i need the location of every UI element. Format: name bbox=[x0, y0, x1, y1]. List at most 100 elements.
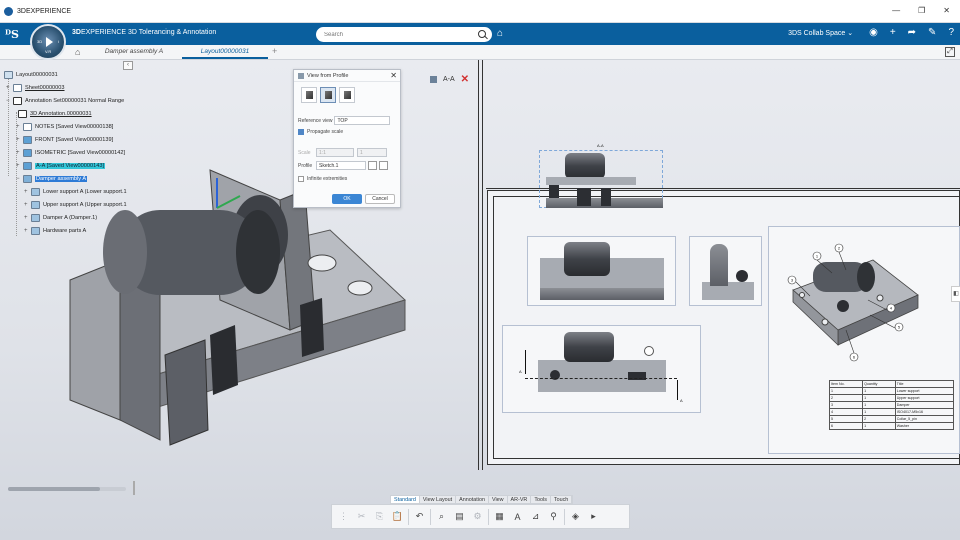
search-icon[interactable] bbox=[478, 30, 486, 38]
tab-damper-assembly[interactable]: Damper assembly A bbox=[92, 45, 176, 59]
os-title-bar: 3DEXPERIENCE — ❐ ✕ bbox=[0, 0, 960, 23]
add-tab-icon[interactable]: + bbox=[272, 46, 277, 56]
close-window-icon[interactable]: ✕ bbox=[943, 6, 950, 15]
undo-icon[interactable]: ↶ bbox=[412, 509, 427, 524]
share-icon[interactable]: ➦ bbox=[908, 27, 916, 38]
zoom-icon[interactable]: ⌕ bbox=[434, 509, 449, 524]
tree-annotation-set[interactable]: − Annotation Set00000031 Normal Range bbox=[6, 96, 124, 105]
scale-row: Scale 1:1 1 bbox=[298, 148, 387, 157]
mode-view-button[interactable] bbox=[301, 87, 317, 103]
propagate-scale-row: Propagate scale bbox=[298, 129, 343, 135]
annotation-set-icon bbox=[13, 96, 22, 105]
tree-sheet[interactable]: + Sheet00000003 bbox=[6, 83, 65, 92]
user-avatar-icon[interactable]: ◉ bbox=[869, 27, 878, 38]
bom-row: 3 1 Damper bbox=[828, 401, 955, 409]
view-icon bbox=[23, 135, 32, 144]
mode-cut-button[interactable] bbox=[339, 87, 355, 103]
edit-profile-icon[interactable] bbox=[368, 161, 377, 170]
infinite-extremities-checkbox[interactable] bbox=[298, 176, 304, 182]
view-icon bbox=[23, 161, 32, 170]
close-section-icon[interactable]: ✕ bbox=[461, 74, 469, 85]
copy-icon[interactable]: ⎘ bbox=[372, 509, 387, 524]
tree-item-lower-support[interactable]: + Lower support A (Lower support.1 bbox=[24, 187, 127, 196]
horizontal-scrollbar[interactable] bbox=[8, 487, 126, 491]
tree-item-isometric[interactable]: + ISOMETRIC [Saved View00000142] bbox=[16, 148, 125, 157]
text-icon[interactable]: A bbox=[510, 509, 525, 524]
fit-all-icon[interactable]: ⤢ bbox=[945, 47, 955, 57]
dialog-title: View from Profile bbox=[307, 72, 349, 79]
tab-layout[interactable]: Layout00000031 bbox=[182, 45, 268, 59]
tree-collapse-button[interactable]: ‹ bbox=[123, 61, 133, 70]
reference-view-field[interactable]: TOP bbox=[334, 116, 391, 125]
section-view-part bbox=[541, 150, 663, 210]
assembly-icon bbox=[23, 174, 32, 183]
pick-profile-icon[interactable] bbox=[379, 161, 388, 170]
tree-item-upper-support[interactable]: + Upper support A (Upper support.1 bbox=[24, 200, 127, 209]
reference-view-row: Reference view TOP bbox=[298, 116, 391, 125]
bom-row: 2 1 Upper support bbox=[828, 394, 955, 402]
tab-view[interactable]: View bbox=[489, 496, 508, 503]
home-icon[interactable]: ⌂ bbox=[75, 47, 80, 57]
help-icon[interactable]: ? bbox=[948, 27, 954, 38]
tree-item-damper-assembly[interactable]: − Damper assembly A bbox=[16, 174, 88, 183]
book-icon[interactable]: ▤ bbox=[452, 509, 467, 524]
side-panel-toggle[interactable]: ◧ bbox=[951, 286, 960, 302]
restore-icon[interactable]: ❐ bbox=[918, 6, 925, 15]
minimize-icon[interactable]: — bbox=[892, 6, 900, 15]
more-arrow-icon[interactable]: ▸ bbox=[586, 509, 601, 524]
search-input[interactable] bbox=[324, 31, 474, 38]
ds-logo-icon[interactable]: ᴰS bbox=[0, 23, 24, 45]
section-icon[interactable] bbox=[430, 76, 437, 83]
cut-label-a2: A bbox=[680, 398, 683, 403]
view-icon[interactable]: ◈ bbox=[568, 509, 583, 524]
tab-annotation[interactable]: Annotation bbox=[456, 496, 489, 503]
propagate-scale-checkbox[interactable] bbox=[298, 129, 304, 135]
tree-item-damper[interactable]: + Damper A (Damper.1) bbox=[24, 213, 97, 222]
tree-item-3d-annotation[interactable]: 3D Annotation.00000031 bbox=[18, 109, 92, 118]
section-tag: A-A bbox=[597, 143, 604, 148]
tree-item-hardware[interactable]: + Hardware parts A bbox=[24, 226, 86, 235]
bom-header-row: Item No. Quantity Title bbox=[828, 380, 955, 388]
tree-item-notes[interactable]: + NOTES [Saved View00000138] bbox=[16, 122, 113, 131]
tab-view-layout[interactable]: View Layout bbox=[420, 496, 457, 503]
mode-section-button[interactable] bbox=[320, 87, 336, 103]
dialog-close-icon[interactable]: ✕ bbox=[390, 71, 397, 80]
scale-field-2[interactable]: 1 bbox=[357, 148, 387, 157]
bom-row: 5 2 Collar_5_pin bbox=[828, 415, 955, 423]
balloon-callouts: 1 2 3 4 5 6 bbox=[787, 243, 904, 362]
view-icon bbox=[23, 148, 32, 157]
add-icon[interactable]: + bbox=[890, 27, 896, 38]
settings-icon[interactable]: ⚙ bbox=[470, 509, 485, 524]
measure-icon[interactable]: ▦ bbox=[492, 509, 507, 524]
cut-icon[interactable]: ✂ bbox=[354, 509, 369, 524]
tree-item-section-aa[interactable]: + A-A [Saved View00000143] bbox=[16, 161, 106, 170]
tab-tools[interactable]: Tools bbox=[531, 496, 551, 503]
compass-widget[interactable]: 3D i V.R bbox=[30, 24, 66, 60]
bill-of-materials[interactable]: Item No. Quantity Title 1 1 Lower support 21… bbox=[828, 380, 955, 430]
tree-root[interactable]: Layout00000031 bbox=[4, 70, 58, 79]
front-view-part bbox=[540, 240, 665, 302]
layout-icon bbox=[4, 70, 13, 79]
view-from-profile-dialog: View from Profile ✕ Reference view TOP P… bbox=[293, 69, 401, 208]
datum-icon[interactable]: ⊿ bbox=[528, 509, 543, 524]
dialog-title-bar: View from Profile bbox=[294, 70, 400, 82]
cancel-button[interactable]: Cancel bbox=[365, 194, 395, 204]
tab-standard[interactable]: Standard bbox=[391, 496, 420, 503]
probe-icon[interactable]: ⚲ bbox=[546, 509, 561, 524]
search-box[interactable] bbox=[316, 27, 492, 42]
paste-icon[interactable]: 📋 bbox=[390, 509, 405, 524]
tag-icon[interactable]: ⌂ bbox=[497, 28, 503, 39]
tab-touch[interactable]: Touch bbox=[551, 496, 573, 503]
scale-field[interactable]: 1:1 bbox=[316, 148, 354, 157]
expand-icon[interactable]: ⋮ bbox=[336, 509, 351, 524]
collab-space-selector[interactable]: 3DS Collab Space ⌄ bbox=[788, 29, 853, 37]
annotation-icon bbox=[18, 109, 27, 118]
profile-select[interactable]: Sketch.1 bbox=[316, 161, 366, 170]
splitter-handle[interactable] bbox=[133, 481, 135, 495]
tree-item-front[interactable]: + FRONT [Saved View00000139] bbox=[16, 135, 113, 144]
ok-button[interactable]: OK bbox=[332, 194, 362, 204]
tab-ar-vr[interactable]: AR-VR bbox=[508, 496, 532, 503]
cut-mode-icon bbox=[343, 91, 351, 99]
tools-icon[interactable]: ✎ bbox=[928, 27, 936, 38]
scroll-thumb[interactable] bbox=[8, 487, 100, 491]
